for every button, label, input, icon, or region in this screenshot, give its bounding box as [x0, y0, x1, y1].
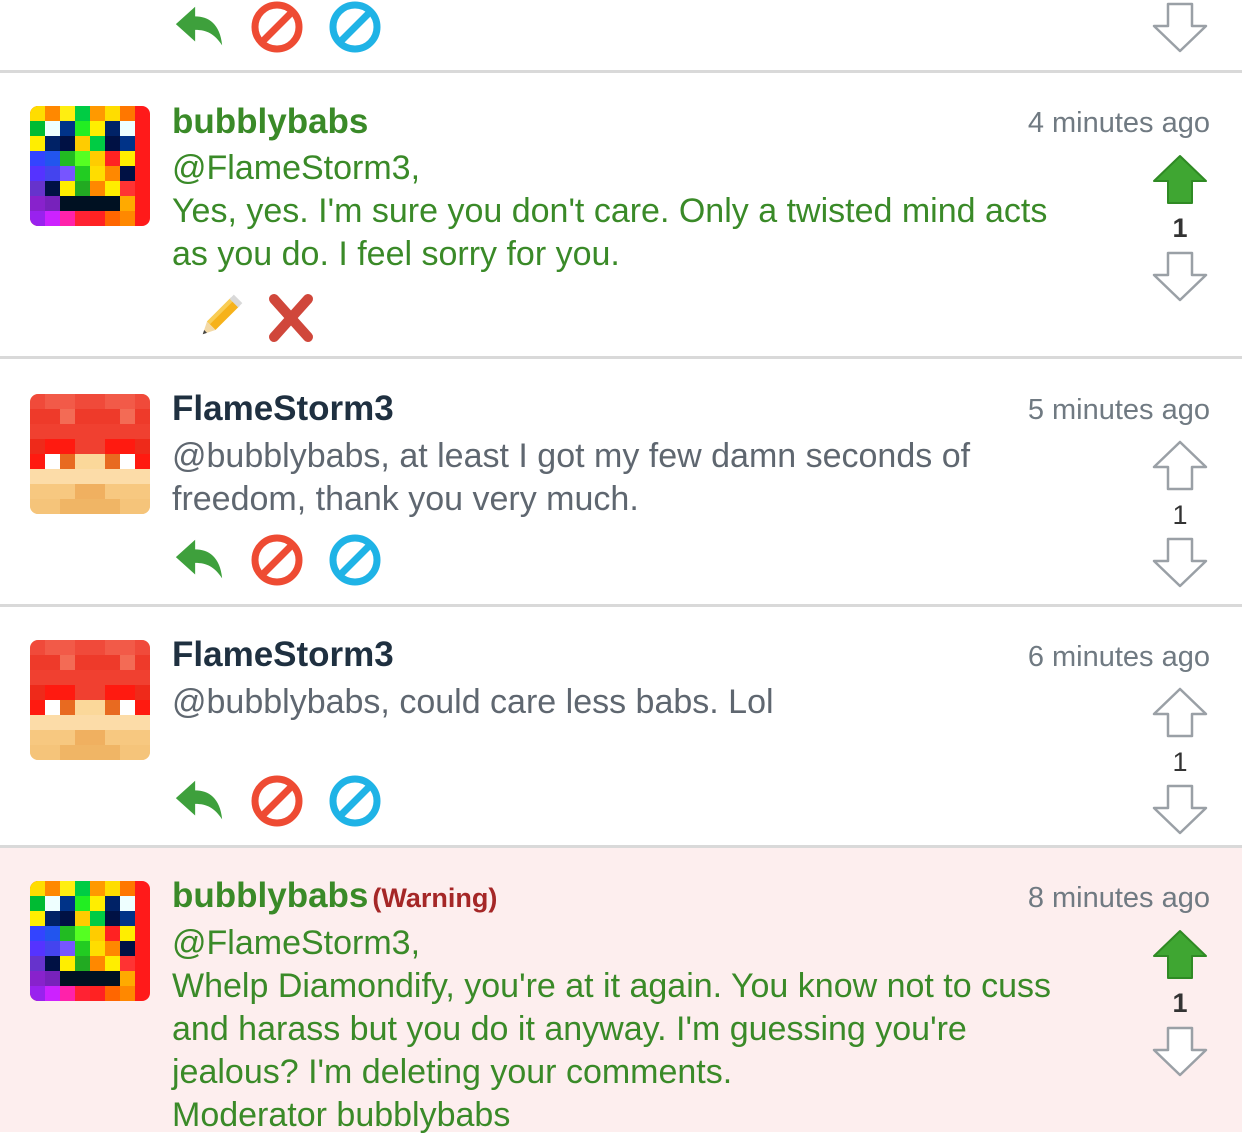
- block-icon[interactable]: [328, 0, 382, 54]
- comment-item: bubblybabs 4 minutes ago @FlameStorm3, Y…: [0, 73, 1242, 357]
- reply-icon[interactable]: [172, 0, 226, 54]
- comment-line: Whelp Diamondify, you're at it again. Yo…: [172, 967, 1052, 1005]
- downvote-icon[interactable]: [1148, 535, 1212, 589]
- comment-line: Moderator bubblybabs: [172, 1096, 511, 1134]
- username-link[interactable]: bubblybabs: [172, 876, 368, 915]
- avatar[interactable]: [30, 881, 150, 1001]
- block-icon[interactable]: [328, 533, 382, 587]
- comment-item: FlameStorm3 6 minutes ago @bubblybabs, c…: [0, 607, 1242, 845]
- comment-username[interactable]: FlameStorm3: [172, 389, 394, 429]
- upvote-icon[interactable]: [1148, 928, 1212, 982]
- comment-timestamp: 8 minutes ago: [1027, 882, 1210, 914]
- downvote-icon[interactable]: [1148, 782, 1212, 836]
- comment-body: @bubblybabs, at least I got my few damn …: [172, 435, 1102, 521]
- upvote-icon[interactable]: [1148, 153, 1212, 207]
- downvote-icon[interactable]: [1148, 1024, 1212, 1078]
- comment-line: Yes, yes. I'm sure you don't care. Only …: [172, 192, 1048, 230]
- edit-icon[interactable]: [192, 291, 246, 345]
- upvote-icon[interactable]: [1148, 439, 1212, 493]
- comment-username[interactable]: bubblybabs: [172, 102, 368, 142]
- comment-username[interactable]: FlameStorm3: [172, 635, 394, 675]
- comment-line: @bubblybabs, at least I got my few damn …: [172, 437, 971, 475]
- comment-username: bubblybabs (Warning): [172, 876, 497, 916]
- comment-line: as you do. I feel sorry for you.: [172, 235, 620, 273]
- vote-count: 1: [1172, 988, 1188, 1018]
- vote-count: 1: [1172, 747, 1188, 777]
- block-icon[interactable]: [328, 774, 382, 828]
- upvote-icon[interactable]: [1148, 686, 1212, 740]
- comment-line: @FlameStorm3,: [172, 924, 421, 962]
- comment-line: and harass but you do it anyway. I'm gue…: [172, 1010, 967, 1048]
- flag-icon[interactable]: [250, 533, 304, 587]
- downvote-icon[interactable]: [1148, 249, 1212, 303]
- downvote-icon[interactable]: [1148, 0, 1212, 54]
- avatar[interactable]: [30, 640, 150, 760]
- comment-line: freedom, thank you very much.: [172, 480, 639, 518]
- vote-count: 1: [1172, 500, 1188, 530]
- comment-timestamp: 4 minutes ago: [1027, 107, 1210, 139]
- reply-icon[interactable]: [172, 533, 226, 587]
- comment-item: FlameStorm3 5 minutes ago @bubblybabs, a…: [0, 359, 1242, 604]
- delete-icon[interactable]: [264, 291, 318, 345]
- avatar[interactable]: [30, 394, 150, 514]
- comment-line: @FlameStorm3,: [172, 149, 421, 187]
- comment-timestamp: 5 minutes ago: [1027, 394, 1210, 426]
- comment-partial: [0, 0, 1242, 72]
- comment-body: @FlameStorm3, Whelp Diamondify, you're a…: [172, 922, 1102, 1137]
- vote-count: 1: [1172, 213, 1188, 243]
- comment-line: jealous? I'm deleting your comments.: [172, 1053, 733, 1091]
- warning-badge: (Warning): [372, 883, 498, 913]
- comment-timestamp: 6 minutes ago: [1027, 641, 1210, 673]
- comment-item-warning: bubblybabs (Warning) 8 minutes ago @Flame…: [0, 848, 1242, 1134]
- reply-icon[interactable]: [172, 774, 226, 828]
- flag-icon[interactable]: [250, 774, 304, 828]
- flag-icon[interactable]: [250, 0, 304, 54]
- comment-line: @bubblybabs, could care less babs. Lol: [172, 683, 774, 721]
- comment-body: @FlameStorm3, Yes, yes. I'm sure you don…: [172, 147, 1102, 276]
- comment-body: @bubblybabs, could care less babs. Lol: [172, 681, 1102, 724]
- avatar[interactable]: [30, 106, 150, 226]
